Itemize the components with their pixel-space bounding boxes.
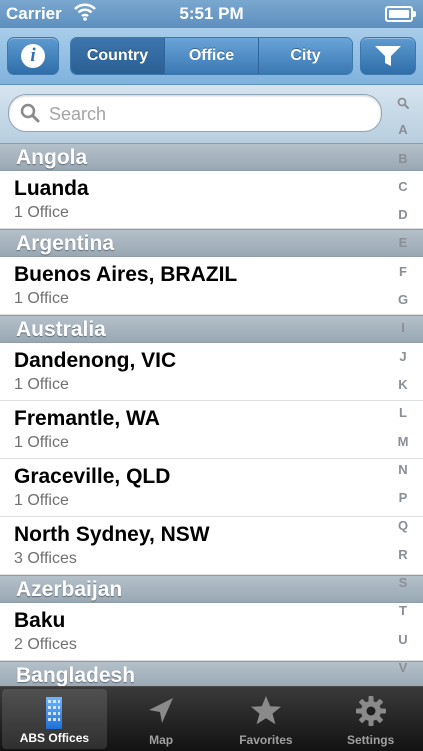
index-letter[interactable]: L [399, 406, 407, 420]
tab-label: Map [149, 733, 174, 747]
index-letter[interactable]: R [398, 547, 407, 562]
info-button[interactable]: i [7, 37, 59, 75]
info-icon: i [21, 44, 45, 68]
tab-label: Settings [346, 733, 395, 747]
list-item[interactable]: Luanda 1 Office [0, 171, 423, 229]
list-item[interactable]: Baku 2 Offices [0, 603, 423, 661]
row-title: Luanda [14, 177, 89, 200]
search-bar [0, 85, 423, 144]
sort-segmented-control: Country Office City [70, 37, 353, 75]
index-letter[interactable]: N [398, 462, 407, 477]
list-item[interactable]: Buenos Aires, BRAZIL 1 Office [0, 257, 423, 315]
section-index-bar[interactable]: A B C D E F G I J K L M N P Q R S T U V [389, 97, 417, 675]
list-item[interactable]: North Sydney, NSW 3 Offices [0, 517, 423, 575]
star-icon [250, 696, 281, 725]
navigation-bar: i Country Office City [0, 28, 423, 85]
gear-icon [355, 696, 386, 726]
index-letter[interactable]: U [398, 632, 407, 647]
row-subtitle: 1 Office [14, 204, 69, 221]
index-letter[interactable]: T [399, 604, 407, 618]
row-subtitle: 3 Offices [14, 550, 77, 567]
search-input[interactable] [47, 95, 371, 133]
section-header-argentina: Argentina [0, 229, 423, 257]
row-title: Fremantle, WA [14, 407, 160, 430]
row-title: North Sydney, NSW [14, 523, 210, 546]
index-letter[interactable]: S [399, 576, 408, 590]
list-item[interactable]: Graceville, QLD 1 Office [0, 459, 423, 517]
tab-label: Favorites [239, 733, 293, 747]
tab-bar: ABS Offices Map Favorites Settings [0, 686, 423, 751]
tab-settings[interactable]: Settings [318, 687, 423, 751]
segment-country[interactable]: Country [71, 38, 165, 74]
filter-button[interactable] [360, 37, 416, 75]
office-list: Angola Luanda 1 Office Argentina Buenos … [0, 143, 423, 686]
tab-favorites[interactable]: Favorites [214, 687, 319, 751]
row-subtitle: 1 Office [14, 376, 69, 393]
index-letter[interactable]: I [401, 321, 405, 335]
index-letter[interactable]: M [398, 434, 409, 449]
index-letter[interactable]: J [399, 349, 406, 364]
row-title: Buenos Aires, BRAZIL [14, 263, 238, 286]
building-icon [46, 697, 63, 729]
row-subtitle: 1 Office [14, 290, 69, 307]
search-icon [20, 103, 40, 123]
row-subtitle: 1 Office [14, 492, 69, 509]
index-letter[interactable]: D [398, 208, 407, 222]
section-header-australia: Australia [0, 315, 423, 343]
index-letter[interactable]: Q [398, 519, 408, 533]
row-title: Graceville, QLD [14, 465, 171, 488]
row-subtitle: 2 Offices [14, 636, 77, 653]
index-letter[interactable]: B [398, 151, 407, 166]
index-letter[interactable]: P [399, 491, 408, 505]
segment-office[interactable]: Office [165, 38, 259, 74]
index-letter[interactable]: E [399, 236, 408, 250]
location-arrow-icon [149, 698, 174, 723]
filter-funnel-icon [375, 46, 401, 66]
status-time: 5:51 PM [179, 4, 244, 23]
section-header-azerbaijan: Azerbaijan [0, 575, 423, 603]
row-title: Dandenong, VIC [14, 349, 177, 372]
list-item[interactable]: Dandenong, VIC 1 Office [0, 343, 423, 401]
battery-icon [385, 6, 416, 22]
list-item[interactable]: Fremantle, WA 1 Office [0, 401, 423, 459]
tab-map[interactable]: Map [109, 687, 214, 751]
section-header-bangladesh: Bangladesh [0, 661, 423, 686]
tab-abs-offices[interactable]: ABS Offices [2, 689, 107, 749]
index-letter[interactable]: F [399, 264, 407, 279]
section-header-angola: Angola [0, 143, 423, 171]
search-field[interactable] [8, 94, 382, 133]
segment-city[interactable]: City [259, 38, 352, 74]
index-letter[interactable]: V [399, 660, 408, 675]
index-letter[interactable]: K [398, 377, 407, 392]
row-title: Baku [14, 609, 66, 632]
index-letter[interactable]: G [398, 293, 408, 307]
index-search-icon[interactable] [397, 97, 409, 109]
row-subtitle: 1 Office [14, 434, 69, 451]
tab-label: ABS Offices [19, 731, 90, 745]
index-letter[interactable]: C [398, 179, 407, 194]
index-letter[interactable]: A [398, 123, 407, 137]
status-bar: Carrier 5:51 PM [0, 0, 423, 28]
